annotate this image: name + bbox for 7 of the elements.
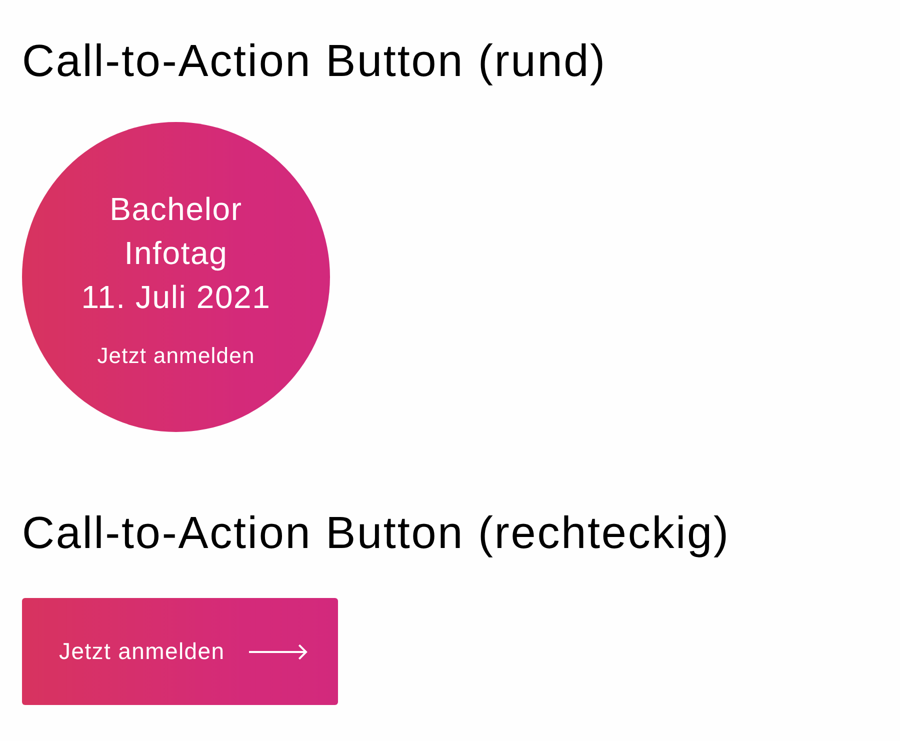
- section-heading: Call-to-Action Button (rechteckig): [22, 508, 730, 558]
- cta-round-button[interactable]: Bachelor Infotag 11. Juli 2021 Jetzt anmelden: [22, 122, 330, 432]
- cta-rect-button[interactable]: Jetzt anmelden: [22, 598, 338, 705]
- event-title: Bachelor Infotag 11. Juli 2021: [81, 190, 271, 317]
- signup-label: Jetzt anmelden: [97, 343, 255, 369]
- section-heading: Call-to-Action Button (rund): [22, 36, 606, 86]
- arrow-right-icon: [248, 644, 308, 660]
